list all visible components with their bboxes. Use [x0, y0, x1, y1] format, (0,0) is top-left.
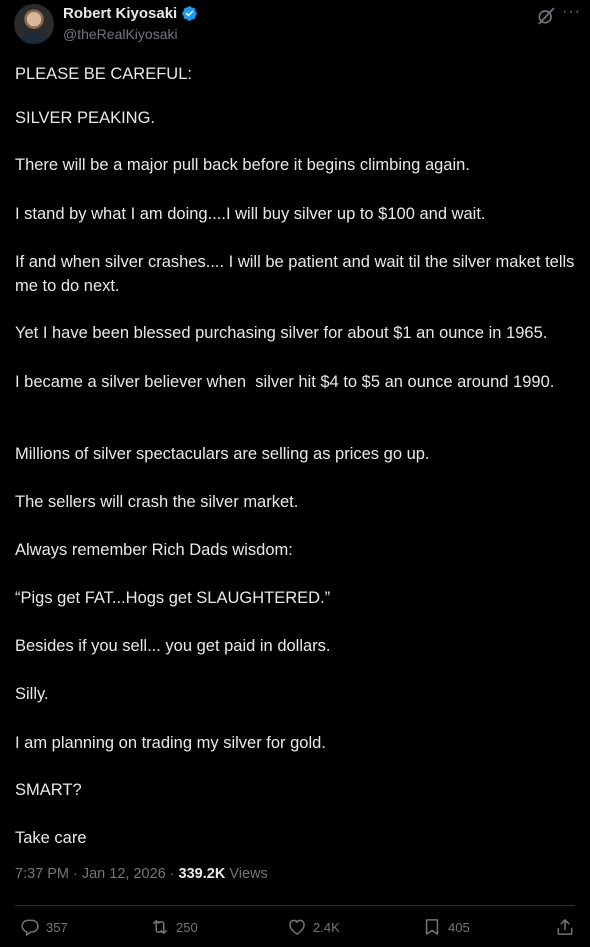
reply-count: 357: [46, 919, 68, 935]
post-paragraph: Millions of silver spectaculars are sell…: [15, 445, 430, 463]
post-paragraph: Take care: [15, 829, 87, 847]
post-paragraph: PLEASE BE CAREFUL:: [15, 65, 192, 83]
heart-icon: [289, 919, 305, 935]
reply-button[interactable]: 357: [20, 917, 68, 937]
repost-button[interactable]: 250: [150, 917, 198, 937]
action-bar: 357 250 2.4K 405: [0, 914, 590, 944]
post-paragraph: Besides if you sell... you get paid in d…: [15, 637, 331, 655]
post-paragraph: Yet I have been blessed purchasing silve…: [15, 324, 548, 342]
author-name[interactable]: Robert Kiyosaki: [63, 5, 177, 22]
meta-separator: ·: [73, 866, 78, 882]
share-icon: [557, 919, 573, 935]
repost-count: 250: [176, 919, 198, 935]
reply-icon: [21, 919, 39, 937]
post-date[interactable]: Jan 12, 2026: [82, 866, 166, 882]
post-paragraph: I stand by what I am doing....I will buy…: [15, 205, 486, 223]
post-paragraph: SMART?: [15, 781, 82, 799]
post-paragraph: I am planning on trading my silver for g…: [15, 734, 326, 752]
like-button[interactable]: 2.4K: [287, 917, 340, 937]
author-name-row: Robert Kiyosaki: [63, 5, 198, 22]
author-handle[interactable]: @theRealKiyosaki: [63, 26, 178, 42]
bookmark-count: 405: [448, 919, 470, 935]
post-paragraph: If and when silver crashes.... I will be…: [15, 253, 580, 295]
post-paragraph: SILVER PEAKING.: [15, 109, 155, 127]
repost-icon: [153, 920, 167, 934]
post-paragraph: There will be a major pull back before i…: [15, 156, 470, 174]
share-button[interactable]: [555, 917, 575, 937]
like-count: 2.4K: [313, 919, 340, 935]
post-paragraph: The sellers will crash the silver market…: [15, 493, 299, 511]
post-time[interactable]: 7:37 PM: [15, 866, 69, 882]
meta-separator: ·: [169, 866, 175, 882]
verified-badge-icon: [182, 6, 197, 21]
divider: [15, 905, 575, 906]
more-options-icon[interactable]: ···: [562, 3, 581, 21]
post-header: Robert Kiyosaki @theRealKiyosaki ···: [0, 0, 590, 56]
views-label: Views: [229, 866, 268, 882]
views-count[interactable]: 339.2K: [179, 866, 226, 882]
author-avatar[interactable]: [14, 4, 54, 44]
post-paragraph: Always remember Rich Dads wisdom:: [15, 541, 293, 559]
grok-icon[interactable]: [536, 6, 556, 26]
post-paragraph: Silly.: [15, 685, 49, 703]
post-paragraph: I became a silver believer when silver h…: [15, 373, 555, 391]
bookmark-button[interactable]: 405: [422, 917, 470, 937]
post-meta: 7:37 PM · Jan 12, 2026 · 339.2K Views: [15, 866, 268, 882]
post-paragraph: “Pigs get FAT...Hogs get SLAUGHTERED.”: [15, 589, 331, 607]
bookmark-icon: [425, 919, 439, 935]
